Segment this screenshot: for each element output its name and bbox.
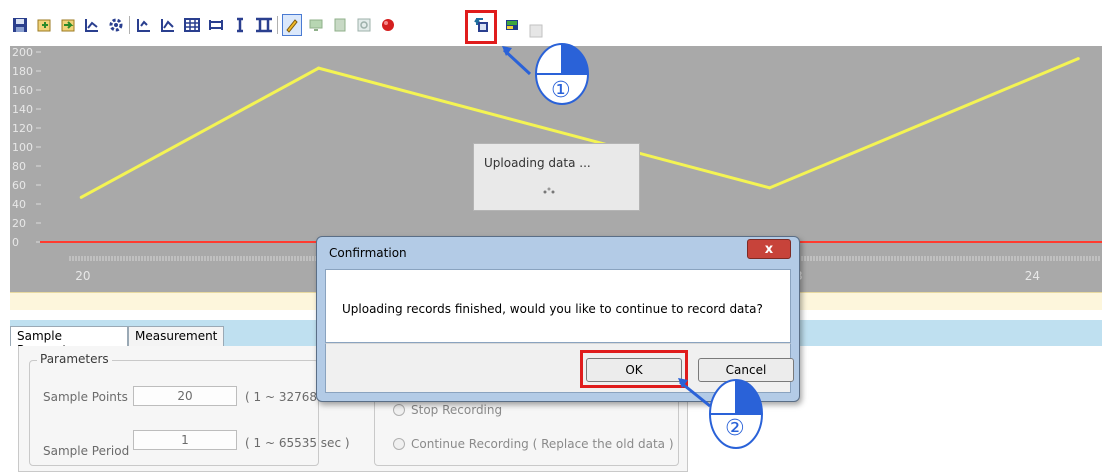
- dialog-body: Uploading records finished, would you li…: [325, 269, 791, 343]
- upload-highlight-box: [465, 10, 497, 44]
- x-tick-label: 24: [1025, 269, 1040, 283]
- dialog-message: Uploading records finished, would you li…: [342, 302, 763, 316]
- y-tick-label: 80: [12, 160, 26, 173]
- y-tick-label: 180: [12, 65, 33, 78]
- close-icon: x: [764, 241, 774, 257]
- toolbar-separator: [129, 16, 130, 34]
- card-icon[interactable]: [502, 14, 522, 36]
- y-tick-label: 200: [12, 46, 33, 59]
- toolbar-separator: [277, 16, 278, 34]
- table-icon[interactable]: [182, 14, 202, 36]
- monitor-icon[interactable]: [306, 14, 326, 36]
- cancel-label: Cancel: [725, 363, 767, 377]
- continue-recording-radio[interactable]: Continue Recording ( Replace the old dat…: [393, 437, 674, 451]
- series-point: [1076, 57, 1080, 61]
- recording-options-group: Stop Recording Continue Recording ( Repl…: [374, 392, 679, 466]
- record-icon[interactable]: [378, 14, 398, 36]
- step-1-number: ①: [551, 78, 571, 103]
- y-tick-label: 120: [12, 122, 33, 135]
- sample-period-range: ( 1 ~ 65535 sec ): [245, 436, 350, 450]
- radio-icon: [393, 438, 405, 450]
- x-tick-label: 20: [75, 269, 90, 283]
- sample-points-range: ( 1 ~ 32768: [245, 390, 317, 404]
- step-2-callout: ②: [676, 376, 776, 475]
- ok-highlight-box: [580, 350, 688, 388]
- disabled-icon: [526, 20, 546, 42]
- chart-line-icon[interactable]: [82, 14, 102, 36]
- save-icon[interactable]: [10, 14, 30, 36]
- continue-recording-label: Continue Recording ( Replace the old dat…: [411, 437, 674, 451]
- toolbar: [10, 10, 570, 44]
- y-tick-label: 60: [12, 179, 26, 192]
- uploading-popup: Uploading data ...: [473, 143, 640, 211]
- sample-points-label: Sample Points: [43, 390, 128, 404]
- stop-recording-radio[interactable]: Stop Recording: [393, 403, 502, 417]
- open-icon[interactable]: [34, 14, 54, 36]
- parameters-title: Parameters: [37, 352, 112, 366]
- y-tick-label: 160: [12, 84, 33, 97]
- y-tick-label: 140: [12, 103, 33, 116]
- double-cursor-icon[interactable]: [254, 14, 274, 36]
- uploading-text: Uploading data ...: [484, 156, 591, 170]
- close-button[interactable]: x: [747, 239, 791, 259]
- tab-measurement[interactable]: Measurement: [128, 326, 224, 346]
- chart-zoom-icon[interactable]: [134, 14, 154, 36]
- sample-points-input[interactable]: 20: [133, 386, 237, 406]
- series-point: [79, 195, 83, 199]
- spinner-icon: [542, 186, 556, 199]
- single-cursor-icon[interactable]: [230, 14, 250, 36]
- tab-sample-parameter[interactable]: Sample Parameter: [10, 326, 128, 357]
- series-point: [317, 66, 321, 70]
- y-tick-label: 100: [12, 141, 33, 154]
- sample-period-label: Sample Period: [43, 444, 130, 458]
- app-window: 200180160140120100806040200 202324 Uploa…: [0, 0, 1102, 475]
- dialog-title: Confirmation: [329, 246, 407, 260]
- refresh-icon[interactable]: [354, 14, 374, 36]
- tab-label: Measurement: [135, 329, 218, 343]
- chart-compare-icon[interactable]: [158, 14, 178, 36]
- draw-icon[interactable]: [282, 14, 302, 36]
- step-2-number: ②: [725, 416, 745, 441]
- device-icon[interactable]: [330, 14, 350, 36]
- y-tick-label: 0: [12, 236, 19, 249]
- import-icon[interactable]: [58, 14, 78, 36]
- mouse-click-icon: [502, 43, 589, 105]
- settings-gear-icon[interactable]: [106, 14, 126, 36]
- stop-recording-label: Stop Recording: [411, 403, 503, 417]
- series-point: [768, 186, 772, 190]
- sample-period-input[interactable]: 1: [133, 430, 237, 450]
- radio-icon: [393, 404, 405, 416]
- step-1-callout: ①: [500, 40, 600, 118]
- y-tick-label: 20: [12, 217, 26, 230]
- horizontal-cursor-icon[interactable]: [206, 14, 226, 36]
- y-tick-label: 40: [12, 198, 26, 211]
